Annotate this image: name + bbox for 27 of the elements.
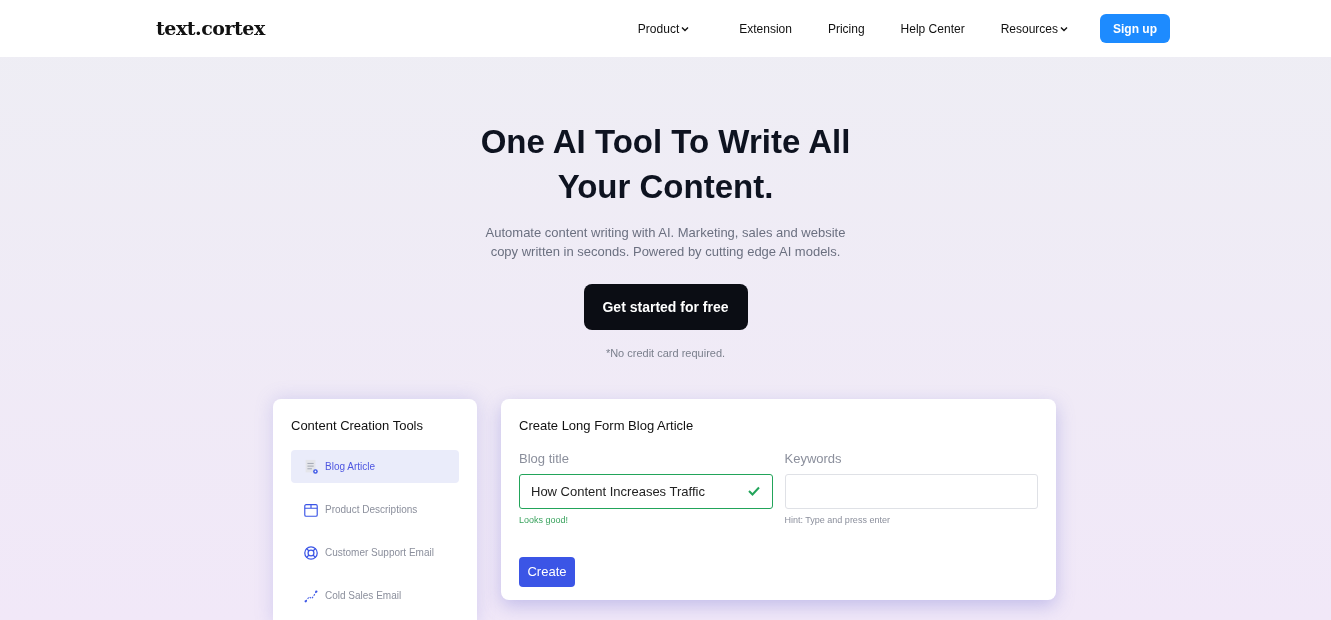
logo[interactable]: text.cortex bbox=[156, 14, 265, 43]
nav-link[interactable]: Product bbox=[637, 19, 690, 38]
lifebuoy-icon bbox=[303, 544, 319, 561]
create-button[interactable]: Create bbox=[519, 557, 575, 587]
trend-icon bbox=[303, 587, 319, 604]
field-label: Blog title bbox=[519, 450, 570, 468]
caret-icon bbox=[1060, 25, 1068, 32]
text-field[interactable]: How Content Increases Traffic bbox=[519, 473, 773, 509]
document-icon bbox=[303, 458, 319, 475]
no-card-note: *No credit card required. bbox=[605, 346, 726, 361]
nav-link[interactable]: Resources bbox=[1000, 19, 1068, 38]
nav-link[interactable]: Help Center bbox=[900, 19, 965, 38]
tools-title: Content Creation Tools bbox=[291, 416, 424, 435]
nav-link[interactable]: Extension bbox=[739, 19, 792, 38]
box-icon bbox=[303, 501, 319, 518]
hero-subtitle: Automate content writing with AI. Marketing, sales and website copy written in seconds. Powered by cutting edge AI models. bbox=[484, 224, 847, 261]
hero-title: One AI Tool To Write All Your Content. bbox=[479, 122, 852, 207]
text-field[interactable] bbox=[784, 473, 1038, 509]
field-hint: Hint: Type and press enter bbox=[784, 513, 891, 527]
tool-item[interactable]: Blog Article bbox=[291, 450, 459, 483]
caret-icon bbox=[681, 25, 690, 32]
field-label: Keywords bbox=[784, 450, 843, 468]
get-started-button[interactable]: Get started for free bbox=[583, 284, 748, 330]
form-title: Create Long Form Blog Article bbox=[519, 416, 695, 435]
validation-message: Looks good! bbox=[519, 513, 570, 527]
check-icon bbox=[747, 485, 760, 496]
nav-link[interactable]: Pricing bbox=[827, 19, 865, 38]
